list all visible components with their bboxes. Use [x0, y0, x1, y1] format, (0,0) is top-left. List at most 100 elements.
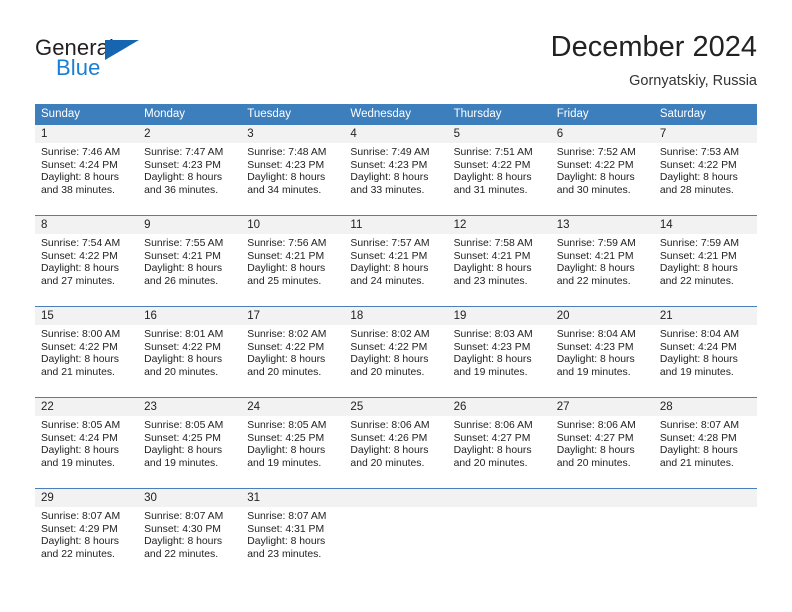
sunset-text: Sunset: 4:24 PM — [41, 432, 118, 444]
calendar-day-cell[interactable]: 31 Sunrise: 8:07 AM Sunset: 4:31 PM Dayligh… — [241, 488, 345, 579]
calendar-day-cell[interactable]: 5 Sunrise: 7:51 AM Sunset: 4:22 PM Daylight… — [447, 125, 551, 216]
day-number: 30 — [138, 489, 242, 507]
day-info — [654, 507, 757, 511]
calendar-day-cell[interactable]: 9 Sunrise: 7:55 AM Sunset: 4:21 PM Daylight… — [138, 215, 242, 307]
calendar-week-row: 22 Sunrise: 8:05 AM Sunset: 4:24 PM Dayligh… — [35, 397, 757, 489]
day-info: Sunrise: 7:48 AM Sunset: 4:23 PM Daylight:… — [241, 143, 344, 197]
calendar-day-cell[interactable]: 26 Sunrise: 8:06 AM Sunset: 4:27 PM Dayligh… — [447, 397, 551, 489]
sunset-text: Sunset: 4:22 PM — [144, 341, 221, 353]
day-cell-inner: 30 Sunrise: 8:07 AM Sunset: 4:30 PM Dayligh… — [138, 489, 242, 579]
day-number: 14 — [653, 216, 757, 234]
sunrise-text: Sunrise: 7:48 AM — [247, 147, 327, 158]
sunrise-text: Sunrise: 7:56 AM — [247, 238, 327, 249]
day-number — [447, 489, 551, 507]
daylight-text-line1: Daylight: 8 hours — [350, 263, 429, 275]
calendar-day-cell[interactable] — [653, 488, 757, 579]
daylight-text-line2: and 19 minutes. — [41, 457, 115, 469]
calendar-day-cell[interactable]: 12 Sunrise: 7:58 AM Sunset: 4:21 PM Dayligh… — [447, 215, 551, 307]
sunrise-text: Sunrise: 7:57 AM — [350, 238, 430, 249]
calendar-day-cell[interactable]: 28 Sunrise: 8:07 AM Sunset: 4:28 PM Dayligh… — [653, 397, 757, 489]
daylight-text-line2: and 20 minutes. — [556, 457, 631, 469]
sunset-text: Sunset: 4:21 PM — [659, 250, 737, 262]
calendar-day-cell[interactable]: 1 Sunrise: 7:46 AM Sunset: 4:24 PM Daylight… — [35, 125, 139, 216]
calendar-day-cell[interactable] — [550, 488, 654, 579]
daylight-text-line2: and 22 minutes. — [659, 275, 734, 287]
daylight-text-line1: Daylight: 8 hours — [41, 263, 119, 275]
sunrise-text: Sunrise: 8:04 AM — [659, 329, 739, 340]
daylight-text-line2: and 26 minutes. — [144, 275, 219, 287]
day-number: 15 — [35, 307, 139, 325]
calendar-day-cell[interactable]: 3 Sunrise: 7:48 AM Sunset: 4:23 PM Daylight… — [241, 125, 345, 216]
calendar-day-cell[interactable]: 30 Sunrise: 8:07 AM Sunset: 4:30 PM Dayligh… — [138, 488, 242, 579]
calendar-day-cell[interactable] — [447, 488, 551, 579]
sunset-text: Sunset: 4:23 PM — [247, 159, 325, 171]
calendar-day-cell[interactable]: 27 Sunrise: 8:06 AM Sunset: 4:27 PM Dayligh… — [550, 397, 654, 489]
daylight-text-line1: Daylight: 8 hours — [453, 445, 532, 457]
day-number: 29 — [35, 489, 139, 507]
calendar-day-cell[interactable]: 29 Sunrise: 8:07 AM Sunset: 4:29 PM Dayligh… — [35, 488, 139, 579]
day-number: 3 — [241, 125, 345, 143]
sunrise-text: Sunrise: 8:06 AM — [453, 420, 533, 431]
sunrise-text: Sunrise: 7:59 AM — [556, 238, 636, 249]
calendar-day-cell[interactable]: 2 Sunrise: 7:47 AM Sunset: 4:23 PM Daylight… — [138, 125, 242, 216]
day-cell-inner: 8 Sunrise: 7:54 AM Sunset: 4:22 PM Daylight… — [35, 216, 139, 306]
calendar-day-cell[interactable]: 19 Sunrise: 8:03 AM Sunset: 4:23 PM Dayligh… — [447, 306, 551, 398]
sunset-text: Sunset: 4:29 PM — [41, 523, 118, 535]
day-info: Sunrise: 7:55 AM Sunset: 4:21 PM Daylight:… — [138, 234, 241, 288]
day-cell-inner: 4 Sunrise: 7:49 AM Sunset: 4:23 PM Daylight… — [344, 125, 448, 215]
calendar-day-cell[interactable]: 25 Sunrise: 8:06 AM Sunset: 4:26 PM Dayligh… — [344, 397, 448, 489]
calendar-day-cell[interactable]: 22 Sunrise: 8:05 AM Sunset: 4:24 PM Dayligh… — [35, 397, 139, 489]
day-info: Sunrise: 7:53 AM Sunset: 4:22 PM Daylight:… — [654, 143, 757, 197]
calendar-day-cell[interactable]: 11 Sunrise: 7:57 AM Sunset: 4:21 PM Dayligh… — [344, 215, 448, 307]
sunset-text: Sunset: 4:30 PM — [144, 523, 221, 535]
day-info: Sunrise: 8:02 AM Sunset: 4:22 PM Daylight:… — [344, 325, 447, 379]
day-number: 16 — [138, 307, 242, 325]
day-info: Sunrise: 7:59 AM Sunset: 4:21 PM Daylight:… — [551, 234, 654, 288]
day-info: Sunrise: 7:56 AM Sunset: 4:21 PM Daylight:… — [241, 234, 344, 288]
brand-logo[interactable]: General Blue — [35, 36, 265, 92]
sunrise-text: Sunrise: 8:07 AM — [659, 420, 739, 431]
sunrise-text: Sunrise: 7:49 AM — [350, 147, 430, 158]
day-cell-inner: 19 Sunrise: 8:03 AM Sunset: 4:23 PM Dayligh… — [447, 307, 551, 397]
day-info: Sunrise: 8:07 AM Sunset: 4:30 PM Daylight:… — [138, 507, 241, 561]
calendar-day-cell[interactable]: 4 Sunrise: 7:49 AM Sunset: 4:23 PM Daylight… — [344, 125, 448, 216]
calendar-day-cell[interactable]: 16 Sunrise: 8:01 AM Sunset: 4:22 PM Dayligh… — [138, 306, 242, 398]
sunset-text: Sunset: 4:21 PM — [556, 250, 634, 262]
calendar-day-cell[interactable]: 8 Sunrise: 7:54 AM Sunset: 4:22 PM Daylight… — [35, 215, 139, 307]
calendar-day-cell[interactable]: 23 Sunrise: 8:05 AM Sunset: 4:25 PM Dayligh… — [138, 397, 242, 489]
calendar-day-cell[interactable]: 24 Sunrise: 8:05 AM Sunset: 4:25 PM Dayligh… — [241, 397, 345, 489]
day-cell-inner: 22 Sunrise: 8:05 AM Sunset: 4:24 PM Dayligh… — [35, 398, 139, 488]
daylight-text-line2: and 21 minutes. — [659, 457, 734, 469]
calendar-day-cell[interactable]: 7 Sunrise: 7:53 AM Sunset: 4:22 PM Daylight… — [653, 125, 757, 216]
daylight-text-line2: and 22 minutes. — [556, 275, 631, 287]
calendar-day-cell[interactable]: 17 Sunrise: 8:02 AM Sunset: 4:22 PM Dayligh… — [241, 306, 345, 398]
daylight-text-line1: Daylight: 8 hours — [556, 354, 635, 366]
weekday-header-wednesday: Wednesday — [344, 104, 448, 125]
daylight-text-line2: and 28 minutes. — [659, 184, 734, 196]
daylight-text-line1: Daylight: 8 hours — [247, 536, 326, 548]
calendar-week-row: 15 Sunrise: 8:00 AM Sunset: 4:22 PM Dayligh… — [35, 306, 757, 398]
day-number: 24 — [241, 398, 345, 416]
day-info: Sunrise: 8:03 AM Sunset: 4:23 PM Daylight:… — [448, 325, 551, 379]
daylight-text-line1: Daylight: 8 hours — [41, 445, 119, 457]
day-info: Sunrise: 8:07 AM Sunset: 4:28 PM Daylight:… — [654, 416, 757, 470]
calendar-day-cell[interactable]: 10 Sunrise: 7:56 AM Sunset: 4:21 PM Dayligh… — [241, 215, 345, 307]
calendar-day-cell[interactable]: 13 Sunrise: 7:59 AM Sunset: 4:21 PM Dayligh… — [550, 215, 654, 307]
calendar-day-cell[interactable]: 15 Sunrise: 8:00 AM Sunset: 4:22 PM Dayligh… — [35, 306, 139, 398]
calendar-day-cell[interactable]: 20 Sunrise: 8:04 AM Sunset: 4:23 PM Dayligh… — [550, 306, 654, 398]
calendar-day-cell[interactable]: 18 Sunrise: 8:02 AM Sunset: 4:22 PM Dayligh… — [344, 306, 448, 398]
daylight-text-line2: and 33 minutes. — [350, 184, 425, 196]
sunset-text: Sunset: 4:23 PM — [350, 159, 428, 171]
sunset-text: Sunset: 4:24 PM — [659, 341, 737, 353]
calendar-day-cell[interactable]: 21 Sunrise: 8:04 AM Sunset: 4:24 PM Dayligh… — [653, 306, 757, 398]
daylight-text-line1: Daylight: 8 hours — [41, 354, 119, 366]
calendar-day-cell[interactable] — [344, 488, 448, 579]
calendar-day-cell[interactable]: 6 Sunrise: 7:52 AM Sunset: 4:22 PM Daylight… — [550, 125, 654, 216]
calendar-day-cell[interactable]: 14 Sunrise: 7:59 AM Sunset: 4:21 PM Dayligh… — [653, 215, 757, 307]
sunset-text: Sunset: 4:22 PM — [41, 341, 118, 353]
sunset-text: Sunset: 4:23 PM — [144, 159, 221, 171]
day-cell-inner: 26 Sunrise: 8:06 AM Sunset: 4:27 PM Dayligh… — [447, 398, 551, 488]
day-number: 28 — [653, 398, 757, 416]
daylight-text-line1: Daylight: 8 hours — [247, 354, 326, 366]
daylight-text-line2: and 36 minutes. — [144, 184, 219, 196]
